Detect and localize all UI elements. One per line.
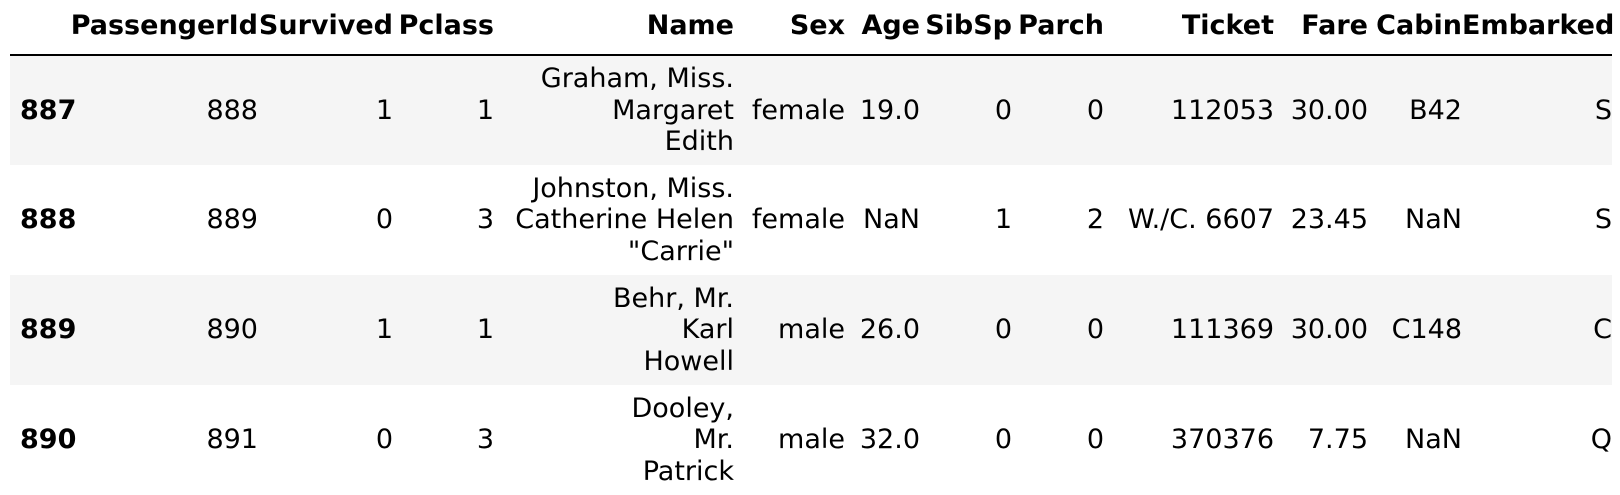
cell-fare: 7.75 — [1307, 424, 1368, 455]
column-header-cabin: Cabin — [1376, 10, 1462, 41]
cell-fare: 30.00 — [1290, 314, 1368, 345]
cell-age: 26.0 — [859, 314, 920, 345]
cell-pclass: 3 — [476, 204, 494, 235]
cell-parch: 0 — [1086, 94, 1104, 126]
cell-parch: 0 — [1086, 314, 1104, 345]
table-row: 890 891 0 3 Dooley, Mr. Patrick male 32.… — [10, 385, 1612, 495]
cell-parch: 2 — [1086, 204, 1104, 235]
name-line: Howell — [643, 345, 734, 377]
cell-name: Johnston, Miss. Catherine Helen "Carrie" — [494, 165, 734, 275]
column-header-passengerid: PassengerId — [70, 10, 258, 41]
cell-sex: male — [778, 424, 845, 455]
cell-name: Graham, Miss. Margaret Edith — [494, 55, 734, 165]
cell-passengerid: 889 — [206, 204, 258, 235]
cell-cabin: B42 — [1409, 94, 1462, 126]
column-header-ticket: Ticket — [1181, 10, 1274, 41]
cell-pclass: 1 — [476, 314, 494, 345]
cell-sibsp: 0 — [994, 94, 1012, 126]
table-row: 889 890 1 1 Behr, Mr. Karl Howell male 2… — [10, 275, 1612, 385]
name-line: Dooley, — [631, 392, 734, 424]
cell-cabin: C148 — [1391, 314, 1462, 345]
header-row: PassengerId Survived Pclass Name Sex Age… — [10, 0, 1615, 55]
name-line: Margaret — [612, 94, 734, 126]
cell-ticket: 370376 — [1170, 424, 1274, 455]
table-body: 887 888 1 1 Graham, Miss. Margaret Edith… — [10, 55, 1612, 495]
name-line: "Carrie" — [627, 235, 734, 267]
name-line: Patrick — [642, 455, 734, 487]
cell-survived: 0 — [375, 424, 393, 455]
table-header: PassengerId Survived Pclass Name Sex Age… — [10, 0, 1615, 55]
cell-parch: 0 — [1086, 424, 1104, 455]
cell-sibsp: 1 — [994, 204, 1012, 235]
cell-cabin: NaN — [1405, 424, 1462, 455]
cell-survived: 0 — [375, 204, 393, 235]
passenger-table: PassengerId Survived Pclass Name Sex Age… — [10, 0, 1615, 495]
name-line: Catherine Helen — [515, 204, 734, 236]
table-row: 887 888 1 1 Graham, Miss. Margaret Edith… — [10, 55, 1612, 165]
column-header-survived: Survived — [258, 10, 393, 41]
name-line: Edith — [664, 126, 734, 158]
column-header-sibsp: SibSp — [925, 10, 1012, 41]
cell-embarked: S — [1594, 204, 1612, 235]
cell-sex: female — [751, 94, 845, 126]
column-header-parch: Parch — [1018, 10, 1104, 41]
dataframe-view: PassengerId Survived Pclass Name Sex Age… — [10, 0, 1615, 495]
column-header-name: Name — [646, 10, 734, 41]
index-header — [10, 0, 68, 55]
row-index: 890 — [20, 424, 77, 455]
name-line: Karl — [681, 314, 734, 346]
column-header-age: Age — [861, 10, 920, 41]
column-header-embarked: Embarked — [1462, 10, 1615, 41]
column-header-sex: Sex — [789, 10, 845, 41]
cell-pclass: 3 — [476, 424, 494, 455]
cell-age: 19.0 — [859, 94, 920, 126]
cell-age: NaN — [863, 204, 920, 235]
cell-sex: female — [751, 204, 845, 235]
cell-pclass: 1 — [476, 94, 494, 126]
column-header-fare: Fare — [1301, 10, 1368, 41]
cell-survived: 1 — [375, 94, 393, 126]
cell-name: Behr, Mr. Karl Howell — [494, 275, 734, 385]
cell-cabin: NaN — [1405, 204, 1462, 235]
row-index: 889 — [20, 314, 77, 345]
table-row: 888 889 0 3 Johnston, Miss. Catherine He… — [10, 165, 1612, 275]
cell-survived: 1 — [375, 314, 393, 345]
name-line: Behr, Mr. — [612, 282, 734, 314]
name-line: Mr. — [693, 424, 735, 456]
row-index: 887 — [20, 94, 77, 126]
cell-ticket: 111369 — [1170, 314, 1274, 345]
cell-fare: 23.45 — [1290, 204, 1368, 235]
cell-passengerid: 888 — [206, 94, 258, 126]
name-line: Johnston, Miss. — [532, 172, 734, 204]
cell-ticket: 112053 — [1170, 94, 1274, 126]
column-header-pclass: Pclass — [398, 10, 494, 41]
name-line: Graham, Miss. — [540, 63, 734, 95]
cell-passengerid: 891 — [206, 424, 258, 455]
cell-ticket: W./C. 6607 — [1127, 204, 1274, 235]
cell-sibsp: 0 — [994, 314, 1012, 345]
cell-passengerid: 890 — [206, 314, 258, 345]
cell-age: 32.0 — [859, 424, 920, 455]
cell-embarked: S — [1594, 94, 1612, 126]
cell-embarked: Q — [1590, 424, 1612, 455]
cell-sex: male — [778, 314, 845, 345]
cell-name: Dooley, Mr. Patrick — [494, 385, 734, 495]
cell-embarked: C — [1593, 314, 1612, 345]
row-index: 888 — [20, 204, 77, 235]
cell-fare: 30.00 — [1290, 94, 1368, 126]
cell-sibsp: 0 — [994, 424, 1012, 455]
